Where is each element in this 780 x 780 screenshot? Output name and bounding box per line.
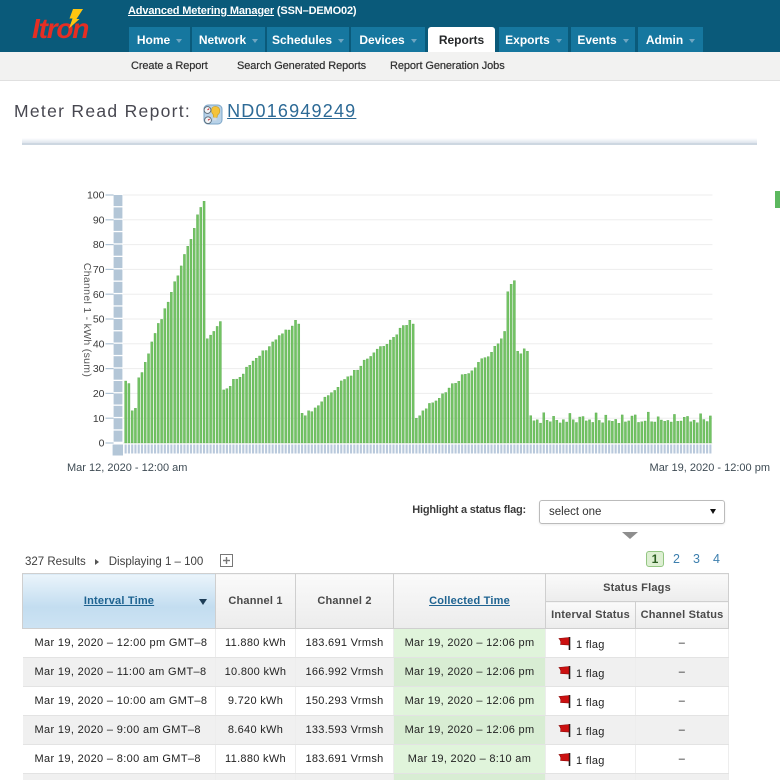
svg-text:40: 40	[93, 338, 105, 350]
svg-text:60: 60	[93, 289, 105, 301]
svg-text:0: 0	[99, 438, 105, 450]
svg-text:Channel 1 - kWh (sum): Channel 1 - kWh (sum)	[81, 263, 93, 377]
svg-text:50: 50	[93, 314, 105, 326]
svg-text:Mar 19, 2020 - 12:00 pm: Mar 19, 2020 - 12:00 pm	[650, 462, 770, 474]
svg-text:30: 30	[93, 363, 105, 375]
svg-text:70: 70	[93, 264, 105, 276]
svg-text:80: 80	[93, 239, 105, 251]
svg-text:Mar 12, 2020 - 12:00 am: Mar 12, 2020 - 12:00 am	[67, 462, 187, 474]
svg-text:100: 100	[87, 190, 105, 202]
svg-text:Itron: Itron	[32, 13, 88, 44]
svg-text:90: 90	[93, 214, 105, 226]
svg-text:20: 20	[93, 388, 105, 400]
svg-text:10: 10	[93, 413, 105, 425]
